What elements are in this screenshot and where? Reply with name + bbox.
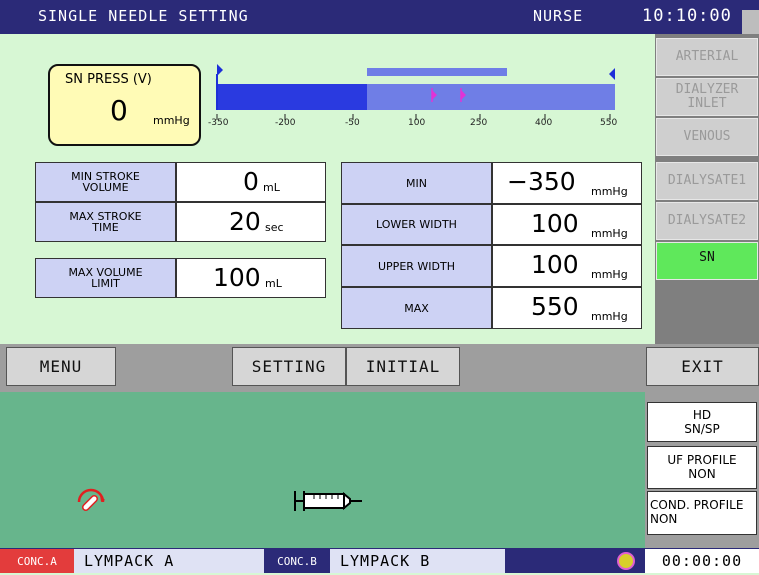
tab-dialysate1[interactable]: DIALYSATE1 <box>656 162 758 200</box>
upper-limit-marker <box>609 68 615 80</box>
tick-label: -50 <box>345 118 360 128</box>
clock: 10:10:00 <box>642 6 732 26</box>
heparin-pump-icon <box>74 486 108 520</box>
conc-a-tag: CONC.A <box>0 549 74 573</box>
uf-profile-display[interactable]: UF PROFILE NON <box>647 446 757 489</box>
conc-b-value: LYMPACK B <box>330 549 505 573</box>
conc-b-tag: CONC.B <box>264 549 330 573</box>
tick-label: 400 <box>535 118 553 128</box>
lower-width-field[interactable]: 100 mmHg <box>492 204 642 245</box>
max-label: MAX <box>341 287 492 329</box>
sn-press-unit: mmHg <box>153 114 190 127</box>
tick-label: 550 <box>600 118 618 128</box>
tab-dialyzer-inlet[interactable]: DIALYZER INLET <box>656 78 758 116</box>
user-role: NURSE <box>533 7 584 25</box>
sn-press-display: SN PRESS (V) 0 mmHg <box>48 64 201 146</box>
tick-label: 100 <box>408 118 426 128</box>
status-indicator-icon <box>615 551 637 571</box>
exit-button[interactable]: EXIT <box>646 347 759 386</box>
title-bar: SINGLE NEEDLE SETTING NURSE 10:10:00 <box>0 0 759 34</box>
elapsed-timer: 00:00:00 <box>645 549 759 573</box>
cond-profile-display[interactable]: COND. PROFILE NON <box>647 491 757 535</box>
conc-a-value: LYMPACK A <box>74 549 264 573</box>
status-area <box>0 392 645 548</box>
screen-title: SINGLE NEEDLE SETTING <box>38 7 249 25</box>
tab-dialysate2[interactable]: DIALYSATE2 <box>656 202 758 240</box>
tab-venous[interactable]: VENOUS <box>656 118 758 156</box>
max-stroke-time-label: MAX STROKE TIME <box>35 202 176 242</box>
max-field[interactable]: 550 mmHg <box>492 287 642 329</box>
menu-button[interactable]: MENU <box>6 347 116 386</box>
max-volume-limit-field[interactable]: 100 mL <box>176 258 326 298</box>
min-stroke-volume-label: MIN STROKE VOLUME <box>35 162 176 202</box>
header-indicator <box>742 10 759 34</box>
tab-sn[interactable]: SN <box>656 242 758 280</box>
min-label: MIN <box>341 162 492 204</box>
syringe-icon <box>292 489 364 517</box>
sn-press-label: SN PRESS (V) <box>65 72 152 87</box>
tick-label: 250 <box>470 118 488 128</box>
tick-label: -350 <box>208 118 229 128</box>
min-stroke-volume-field[interactable]: 0 mL <box>176 162 326 202</box>
alarm-window-bar <box>367 68 507 76</box>
tick-label: -200 <box>275 118 296 128</box>
setting-button[interactable]: SETTING <box>232 347 346 386</box>
lower-width-label: LOWER WIDTH <box>341 204 492 245</box>
tab-arterial[interactable]: ARTERIAL <box>656 38 758 76</box>
pressure-range-bar <box>216 64 615 120</box>
upper-width-field[interactable]: 100 mmHg <box>492 245 642 287</box>
min-field[interactable]: −350 mmHg <box>492 162 642 204</box>
max-volume-limit-label: MAX VOLUME LIMIT <box>35 258 176 298</box>
bar-fill <box>217 84 367 110</box>
mode-display: HD SN/SP <box>647 402 757 442</box>
sn-press-value: 0 <box>110 94 128 127</box>
upper-width-label: UPPER WIDTH <box>341 245 492 287</box>
initial-button[interactable]: INITIAL <box>346 347 460 386</box>
max-stroke-time-field[interactable]: 20 sec <box>176 202 326 242</box>
